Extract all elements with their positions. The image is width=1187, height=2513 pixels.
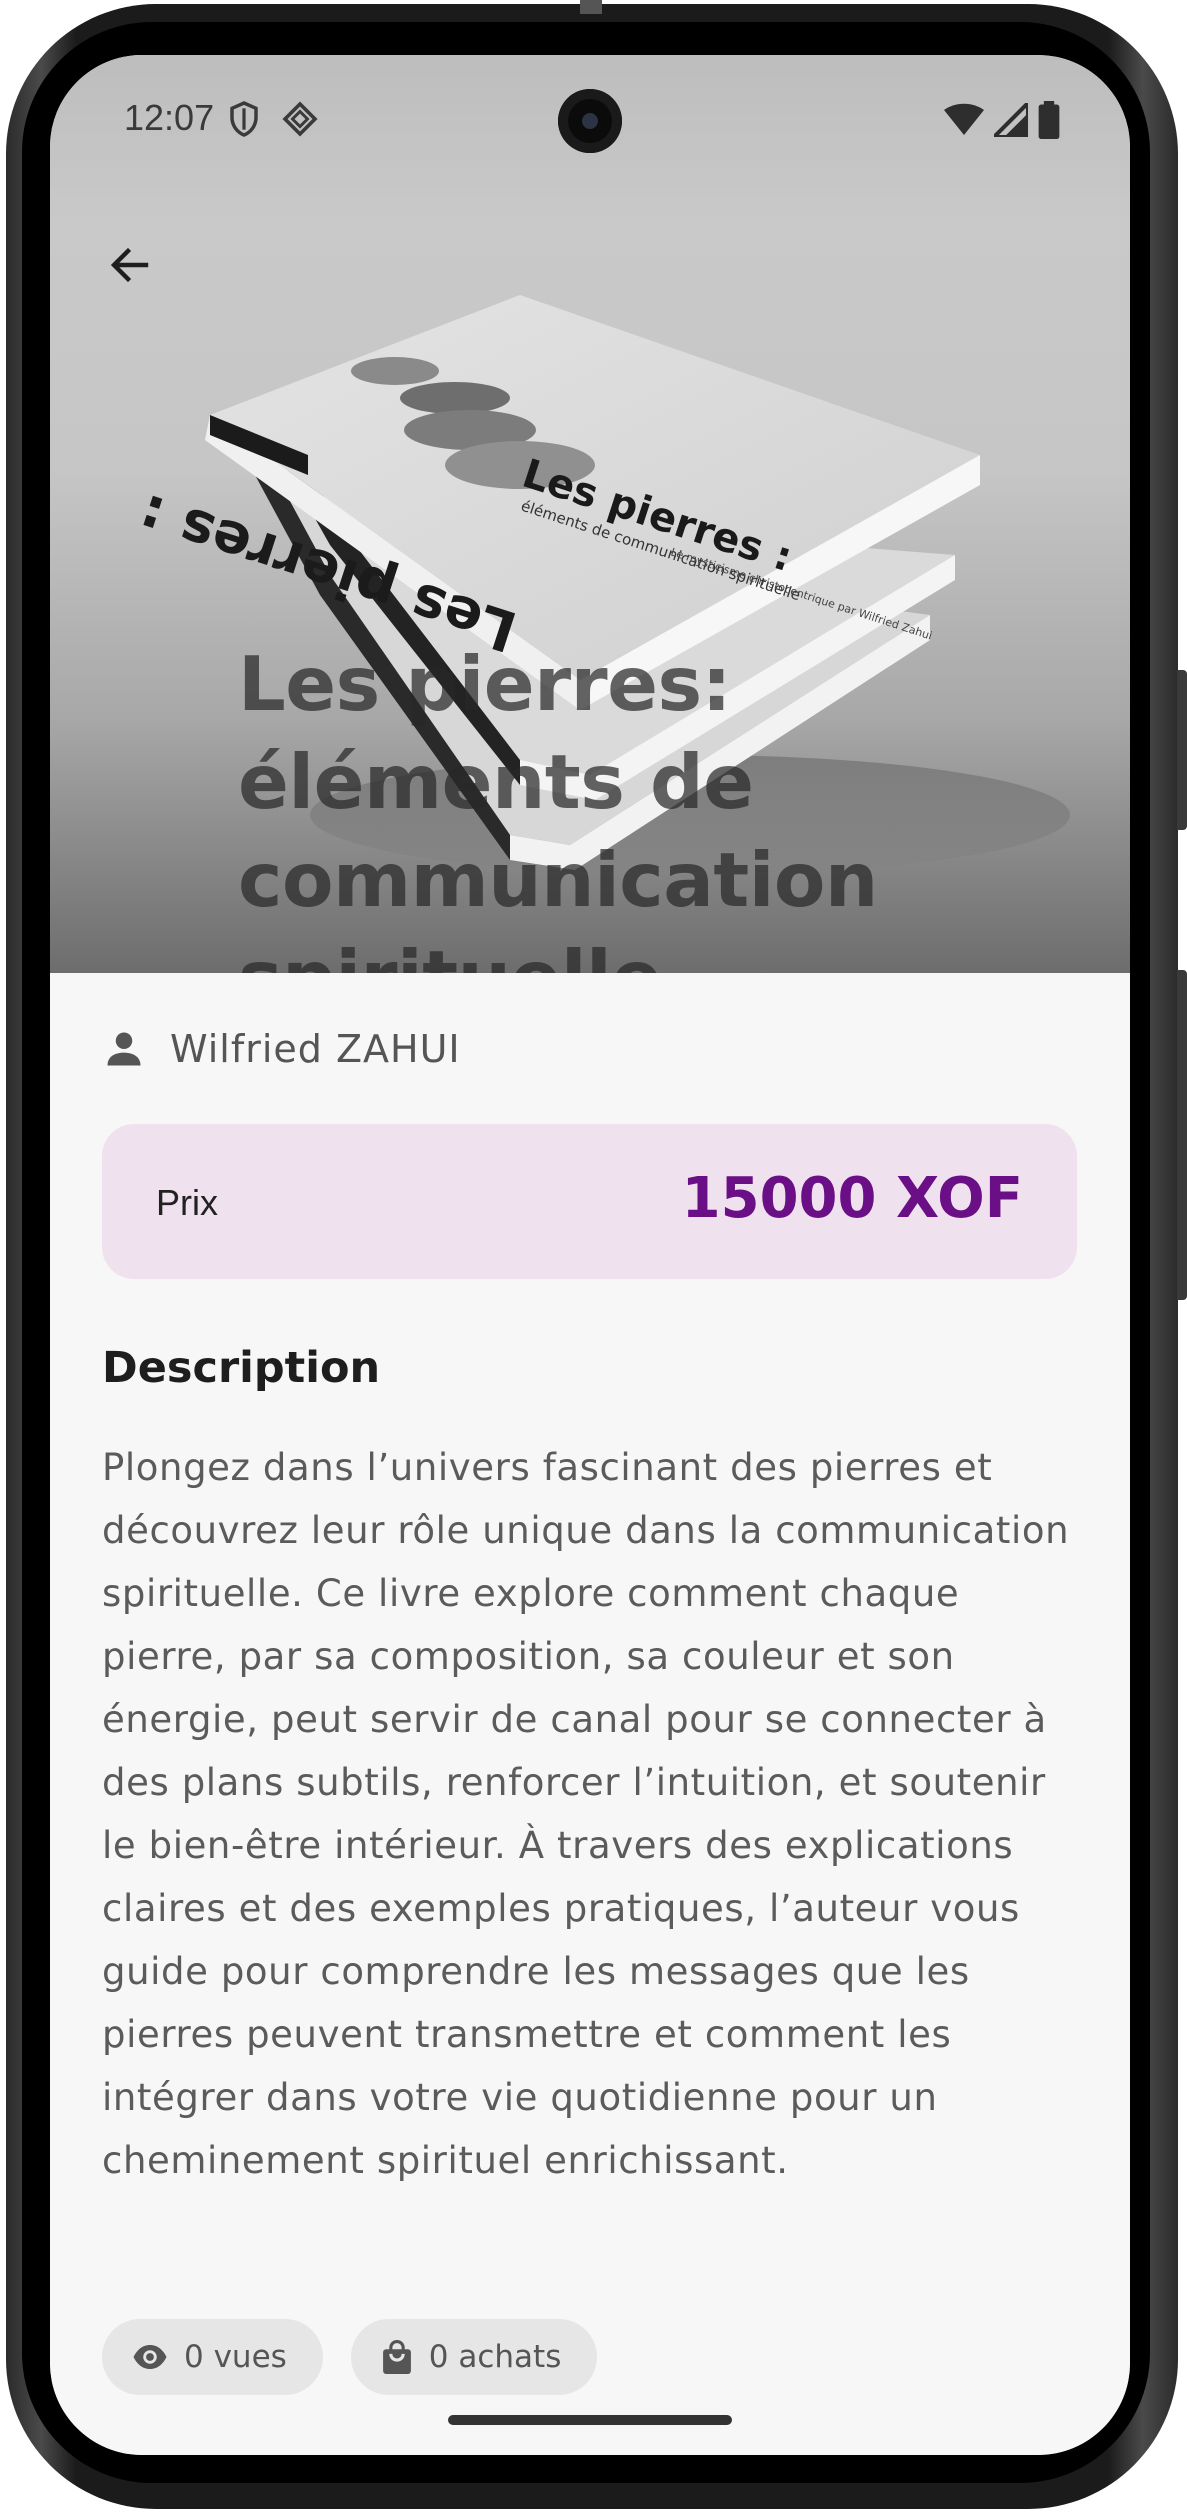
arrow-left-icon (110, 247, 149, 283)
description-heading: Description (102, 1343, 381, 1393)
price-label: Prix (156, 1182, 218, 1223)
signal-icon (994, 103, 1028, 137)
book-title: Les pierres: éléments de communication s… (238, 640, 878, 973)
views-count: 0 vues (184, 2339, 287, 2375)
author-name: Wilfried ZAHUI (170, 1027, 461, 1071)
home-indicator[interactable] (448, 2415, 732, 2425)
author-row: Wilfried ZAHUI (102, 1027, 461, 1071)
shopping-bag-icon (382, 2340, 411, 2374)
phone-frame: Les pierres : éléments de communication … (0, 0, 1187, 2513)
status-right-icons (944, 101, 1060, 139)
person-icon (107, 1032, 141, 1066)
status-bar: 12:07 (50, 55, 1130, 175)
price-card: Prix 15000 XOF (102, 1124, 1077, 1279)
phone-side-button-power (1177, 670, 1187, 830)
description-text: Plongez dans l’univers fascinant des pie… (102, 1446, 1070, 2182)
wifi-icon (944, 103, 984, 135)
purchases-chip: 0 achats (350, 2319, 598, 2395)
eye-icon (133, 2345, 167, 2369)
battery-icon (1038, 101, 1060, 139)
purchases-count: 0 achats (428, 2339, 562, 2375)
views-chip: 0 vues (102, 2319, 323, 2395)
screen: Les pierres : éléments de communication … (50, 55, 1130, 2455)
book-details: Wilfried ZAHUI Prix 15000 XOF Descriptio… (50, 973, 1130, 2455)
front-camera (558, 89, 622, 153)
diamond-icon (282, 101, 318, 137)
phone-side-button-volume (1177, 970, 1187, 1300)
hero-cover: Les pierres : éléments de communication … (50, 55, 1130, 973)
price-value: 15000 XOF (681, 1166, 1023, 1231)
stats-chips: 0 vues 0 achats (102, 2319, 598, 2395)
status-time: 12:07 (124, 97, 215, 138)
shield-icon (230, 101, 258, 137)
back-button[interactable] (90, 225, 170, 305)
phone-top-edge (580, 0, 602, 14)
